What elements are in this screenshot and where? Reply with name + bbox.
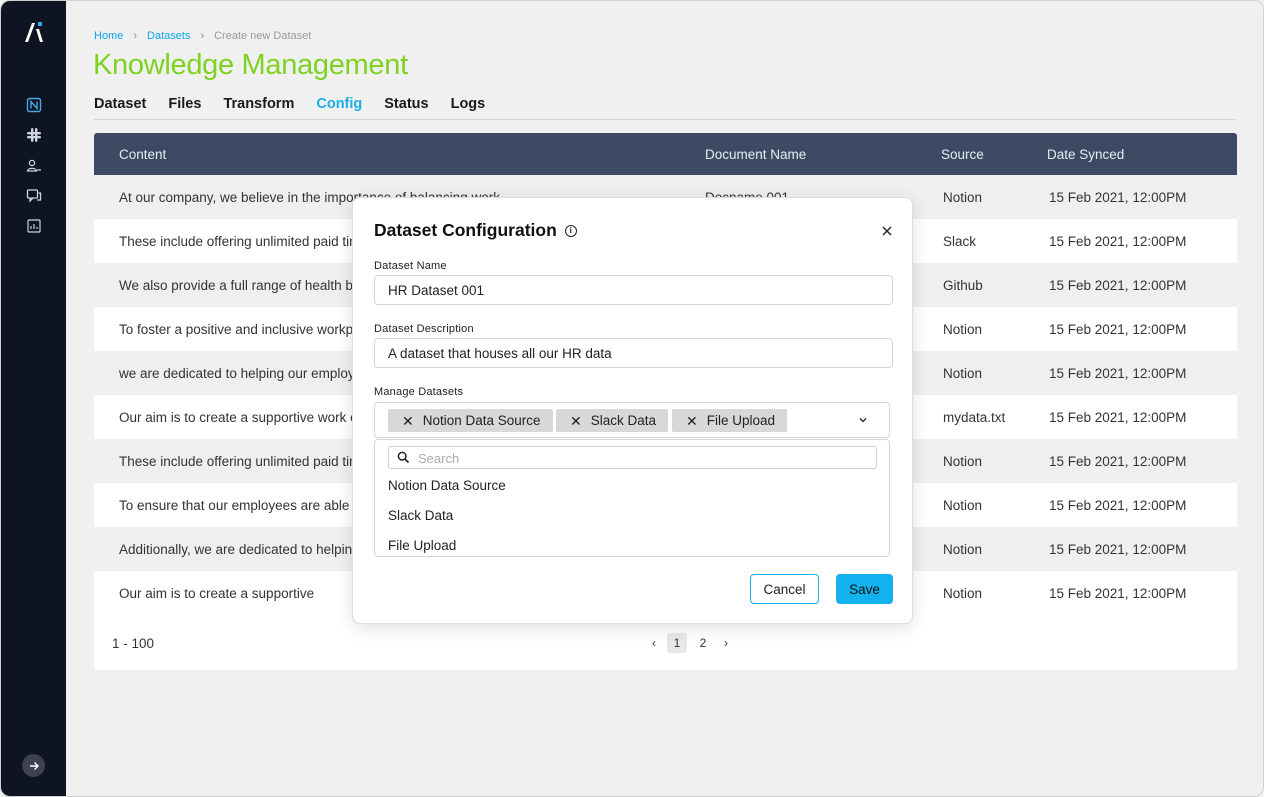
chip-label: Slack Data bbox=[590, 413, 657, 428]
cell-source: Notion bbox=[943, 497, 983, 513]
page-2-button[interactable]: 2 bbox=[693, 633, 713, 653]
cell-source: Notion bbox=[943, 189, 983, 205]
dataset-description-input[interactable] bbox=[374, 338, 893, 368]
selected-chip: ✕ Notion Data Source bbox=[388, 409, 553, 432]
cell-content: To ensure that our employees are able to bbox=[119, 497, 365, 513]
chevron-right-icon: › bbox=[133, 30, 138, 42]
tab-bar: Dataset Files Transform Config Status Lo… bbox=[94, 96, 1235, 120]
cell-source: mydata.txt bbox=[943, 409, 1006, 425]
row-range: 1 - 100 bbox=[112, 636, 155, 651]
cell-date-synced: 15 Feb 2021, 12:00PM bbox=[1049, 233, 1187, 249]
breadcrumb-current: Create new Dataset bbox=[214, 30, 312, 42]
dropdown-search bbox=[388, 446, 877, 469]
tab-dataset[interactable]: Dataset bbox=[94, 96, 146, 119]
cancel-button[interactable]: Cancel bbox=[750, 574, 819, 604]
tab-transform[interactable]: Transform bbox=[223, 96, 294, 119]
dropdown-option[interactable]: File Upload bbox=[388, 538, 456, 553]
remove-chip-icon[interactable]: ✕ bbox=[686, 414, 698, 428]
close-icon[interactable] bbox=[880, 224, 894, 238]
modal-title: Dataset Configuration i bbox=[374, 220, 577, 241]
selected-chip: ✕ File Upload bbox=[672, 409, 788, 432]
cell-date-synced: 15 Feb 2021, 12:00PM bbox=[1049, 497, 1187, 513]
tab-config[interactable]: Config bbox=[316, 96, 362, 119]
cell-source: Notion bbox=[943, 585, 983, 601]
tab-status[interactable]: Status bbox=[384, 96, 428, 119]
remove-chip-icon[interactable]: ✕ bbox=[570, 414, 582, 428]
selected-chip: ✕ Slack Data bbox=[556, 409, 669, 432]
cell-date-synced: 15 Feb 2021, 12:00PM bbox=[1049, 365, 1187, 381]
modal-title-text: Dataset Configuration bbox=[374, 220, 557, 240]
pagination: ‹ 1 2 › bbox=[647, 633, 733, 653]
dataset-name-label: Dataset Name bbox=[374, 260, 447, 272]
search-icon bbox=[397, 451, 410, 464]
dataset-description-label: Dataset Description bbox=[374, 323, 474, 335]
cell-content: These include offering unlimited paid ti… bbox=[119, 453, 387, 469]
cell-date-synced: 15 Feb 2021, 12:00PM bbox=[1049, 585, 1187, 601]
cell-source: Notion bbox=[943, 365, 983, 381]
tab-files[interactable]: Files bbox=[168, 96, 201, 119]
header-document-name[interactable]: Document Name bbox=[705, 147, 806, 162]
cell-date-synced: 15 Feb 2021, 12:00PM bbox=[1049, 541, 1187, 557]
breadcrumb-datasets[interactable]: Datasets bbox=[147, 30, 190, 42]
dropdown-option[interactable]: Slack Data bbox=[388, 508, 453, 523]
users-icon[interactable] bbox=[26, 158, 42, 174]
cell-source: Notion bbox=[943, 453, 983, 469]
cell-date-synced: 15 Feb 2021, 12:00PM bbox=[1049, 277, 1187, 293]
sidebar bbox=[1, 1, 66, 796]
slack-icon[interactable] bbox=[26, 127, 42, 143]
header-source[interactable]: Source bbox=[941, 147, 984, 162]
cell-content: These include offering unlimited paid ti… bbox=[119, 233, 387, 249]
datasets-dropdown: Notion Data Source Slack Data File Uploa… bbox=[374, 439, 890, 557]
arrow-right-icon bbox=[29, 761, 39, 770]
tab-logs[interactable]: Logs bbox=[451, 96, 486, 119]
header-content[interactable]: Content bbox=[119, 147, 166, 162]
page-title: Knowledge Management bbox=[93, 49, 408, 81]
cell-source: Slack bbox=[943, 233, 977, 249]
chip-label: Notion Data Source bbox=[422, 413, 541, 428]
cell-date-synced: 15 Feb 2021, 12:00PM bbox=[1049, 409, 1187, 425]
header-date-synced[interactable]: Date Synced bbox=[1047, 147, 1124, 162]
breadcrumb-home[interactable]: Home bbox=[94, 30, 123, 42]
chevron-right-icon: › bbox=[200, 30, 205, 42]
chip-label: File Upload bbox=[706, 413, 776, 428]
expand-sidebar-button[interactable] bbox=[22, 754, 45, 777]
cell-date-synced: 15 Feb 2021, 12:00PM bbox=[1049, 453, 1187, 469]
cell-content: Additionally, we are dedicated to helpin… bbox=[119, 541, 360, 557]
cell-content: Our aim is to create a supportive bbox=[119, 585, 315, 601]
report-icon[interactable] bbox=[26, 218, 42, 234]
cell-date-synced: 15 Feb 2021, 12:00PM bbox=[1049, 321, 1187, 337]
dataset-configuration-modal: Dataset Configuration i Dataset Name Dat… bbox=[352, 197, 913, 624]
prev-page-icon[interactable]: ‹ bbox=[647, 636, 661, 650]
manage-datasets-select[interactable]: ✕ Notion Data Source ✕ Slack Data ✕ File… bbox=[374, 402, 890, 438]
chat-icon[interactable] bbox=[26, 188, 42, 204]
next-page-icon[interactable]: › bbox=[719, 636, 733, 650]
save-button[interactable]: Save bbox=[836, 574, 893, 604]
chevron-down-icon[interactable] bbox=[858, 416, 868, 424]
remove-chip-icon[interactable]: ✕ bbox=[402, 414, 414, 428]
manage-datasets-label: Manage Datasets bbox=[374, 386, 464, 398]
breadcrumb: Home › Datasets › Create new Dataset bbox=[94, 30, 311, 42]
info-icon[interactable]: i bbox=[564, 224, 577, 237]
table-header: Content Document Name Source Date Synced bbox=[94, 133, 1237, 175]
cell-content: we are dedicated to helping our employee… bbox=[119, 365, 377, 381]
cell-date-synced: 15 Feb 2021, 12:00PM bbox=[1049, 189, 1187, 205]
cell-content: To foster a positive and inclusive workp… bbox=[119, 321, 378, 337]
dataset-name-input[interactable] bbox=[374, 275, 893, 305]
dropdown-search-input[interactable] bbox=[418, 449, 858, 467]
cell-source: Github bbox=[943, 277, 983, 293]
page-1-button[interactable]: 1 bbox=[667, 633, 687, 653]
app-window: Home › Datasets › Create new Dataset Kno… bbox=[0, 0, 1264, 797]
cell-source: Notion bbox=[943, 321, 983, 337]
dropdown-option[interactable]: Notion Data Source bbox=[388, 478, 506, 493]
cell-source: Notion bbox=[943, 541, 983, 557]
notion-icon[interactable] bbox=[26, 97, 42, 113]
app-logo-icon[interactable] bbox=[21, 19, 47, 45]
